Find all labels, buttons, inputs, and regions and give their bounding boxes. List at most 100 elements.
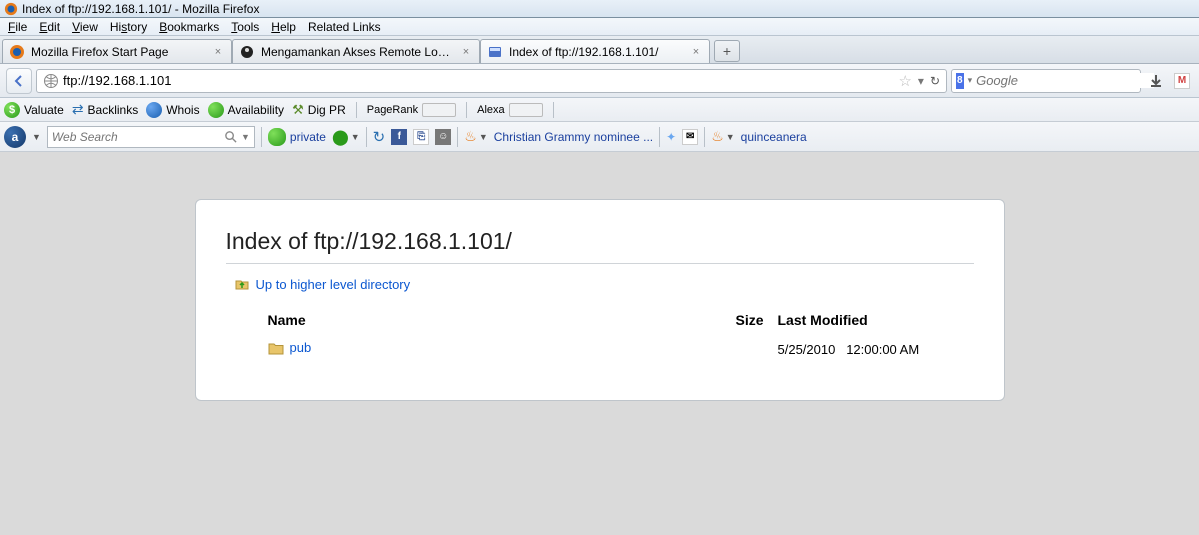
close-icon[interactable]: × [689, 45, 703, 59]
search-engine-badge[interactable]: 8 [956, 73, 964, 89]
menu-history[interactable]: History [104, 19, 153, 35]
search-icon[interactable] [224, 130, 237, 143]
menu-bookmarks[interactable]: Bookmarks [153, 19, 225, 35]
flame-icon: ♨ [711, 128, 724, 145]
directory-table: Name Size Last Modified pub 5/25/2010 12… [226, 306, 974, 362]
new-tab-button[interactable]: + [714, 40, 740, 62]
reload-icon[interactable]: ↻ [930, 74, 940, 88]
downloads-button[interactable] [1145, 70, 1167, 92]
alexa-indicator[interactable]: Alexa [477, 103, 543, 117]
search-input[interactable] [976, 73, 1154, 88]
news-link-2[interactable]: quinceanera [741, 130, 807, 144]
page-icon [487, 44, 503, 60]
dropdown-icon[interactable]: ▾ [968, 75, 973, 86]
app-menu-button[interactable]: a [4, 126, 26, 148]
web-search-field[interactable]: ▼ [47, 126, 255, 148]
bookmark-star-icon[interactable]: ☆ [898, 72, 911, 90]
pagerank-indicator[interactable]: PageRank [367, 103, 456, 117]
divider [704, 127, 705, 147]
refresh-tool-button[interactable]: ↻ [373, 128, 386, 146]
fb-button[interactable]: f [391, 128, 407, 145]
contact-icon: ☺ [435, 129, 451, 145]
dropdown-icon[interactable]: ▼ [32, 132, 41, 142]
col-modified: Last Modified [772, 308, 972, 336]
close-icon[interactable]: × [211, 45, 225, 59]
web-search-input[interactable] [52, 130, 220, 144]
page-content: Index of ftp://192.168.1.101/ Up to high… [0, 152, 1199, 401]
dollar-icon: $ [4, 102, 20, 118]
label: Valuate [24, 103, 64, 117]
share-button[interactable]: ⎘ [413, 128, 429, 145]
divider [457, 127, 458, 147]
availability-button[interactable]: Availability [208, 102, 284, 118]
url-input[interactable] [63, 73, 894, 88]
dropdown-icon: ▼ [351, 132, 360, 142]
dropdown-icon[interactable]: ▼ [241, 132, 250, 142]
a-icon: a [12, 130, 19, 144]
menu-edit[interactable]: Edit [33, 19, 66, 35]
label: Whois [166, 103, 199, 117]
trending-button-2[interactable]: ♨▼ [711, 128, 734, 145]
up-link-text[interactable]: Up to higher level directory [256, 277, 411, 292]
divider [553, 102, 554, 118]
tab-strip: Mozilla Firefox Start Page × Mengamankan… [0, 36, 1199, 64]
menu-file[interactable]: File [2, 19, 33, 35]
m-icon: M [1174, 73, 1190, 89]
up-folder-icon [234, 276, 250, 292]
sparkle-icon: ✦ [666, 130, 676, 144]
tab-mengamankan[interactable]: Mengamankan Akses Remote Login s... × [232, 39, 480, 63]
trending-button[interactable]: ♨▼ [464, 128, 487, 145]
up-directory-link[interactable]: Up to higher level directory [234, 276, 974, 292]
dropdown-icon: ▼ [479, 132, 488, 142]
search-field[interactable]: 8 ▾ [951, 69, 1141, 93]
private-button[interactable]: private [268, 128, 326, 146]
private-icon [268, 128, 286, 146]
flame-icon: ♨ [464, 128, 477, 145]
close-icon[interactable]: × [459, 45, 473, 59]
menu-view[interactable]: View [66, 19, 104, 35]
dig-icon: ⚒ [292, 102, 304, 118]
facebook-icon: f [391, 129, 407, 145]
tab-ftp-index[interactable]: Index of ftp://192.168.1.101/ × [480, 39, 710, 63]
menu-related-links[interactable]: Related Links [302, 19, 387, 35]
menu-help[interactable]: Help [265, 19, 302, 35]
dig-pr-button[interactable]: ⚒Dig PR [292, 102, 346, 118]
divider [261, 127, 262, 147]
pagerank-bar [422, 103, 456, 117]
page-icon [239, 44, 255, 60]
link-icon: ⬤ [332, 128, 349, 146]
tab-label: Mengamankan Akses Remote Login s... [261, 45, 453, 59]
extension-toolbar: a ▼ ▼ private ⬤▼ ↻ f ⎘ ☺ ♨▼ Christian Gr… [0, 122, 1199, 152]
link-tool-button[interactable]: ⬤▼ [332, 128, 360, 146]
firefox-icon [4, 2, 18, 16]
whois-button[interactable]: Whois [146, 102, 199, 118]
mail-button[interactable]: ✉ [682, 128, 698, 145]
url-field[interactable]: ☆ ▾ ↻ [36, 69, 947, 93]
table-row[interactable]: pub 5/25/2010 12:00:00 AM [228, 338, 972, 360]
backlinks-button[interactable]: ⇄ Backlinks [72, 101, 138, 118]
news-link-1[interactable]: Christian Grammy nominee ... [494, 130, 653, 144]
dropdown-icon[interactable]: ▾ [918, 74, 924, 88]
row-modified: 5/25/2010 12:00:00 AM [772, 338, 972, 360]
valuate-button[interactable]: $ Valuate [4, 102, 64, 118]
row-size [690, 338, 770, 360]
sparkle-button[interactable]: ✦ [666, 130, 676, 144]
page-title: Index of ftp://192.168.1.101/ [226, 228, 974, 264]
backlinks-icon: ⇄ [72, 101, 84, 118]
menu-tools[interactable]: Tools [225, 19, 265, 35]
divider [659, 127, 660, 147]
back-button[interactable] [6, 68, 32, 94]
mail-icon: ✉ [682, 129, 698, 145]
share-icon: ⎘ [413, 129, 429, 145]
directory-listing-panel: Index of ftp://192.168.1.101/ Up to high… [195, 199, 1005, 401]
row-name: pub [290, 340, 312, 355]
contact-button[interactable]: ☺ [435, 128, 451, 145]
window-title: Index of ftp://192.168.1.101/ - Mozilla … [22, 2, 259, 16]
url-actions: ☆ ▾ ↻ [898, 72, 940, 90]
home-button[interactable]: M [1171, 70, 1193, 92]
label: Backlinks [88, 103, 139, 117]
folder-icon [268, 341, 284, 358]
tab-firefox-start[interactable]: Mozilla Firefox Start Page × [2, 39, 232, 63]
refresh-icon: ↻ [373, 129, 386, 146]
label: Alexa [477, 104, 505, 116]
